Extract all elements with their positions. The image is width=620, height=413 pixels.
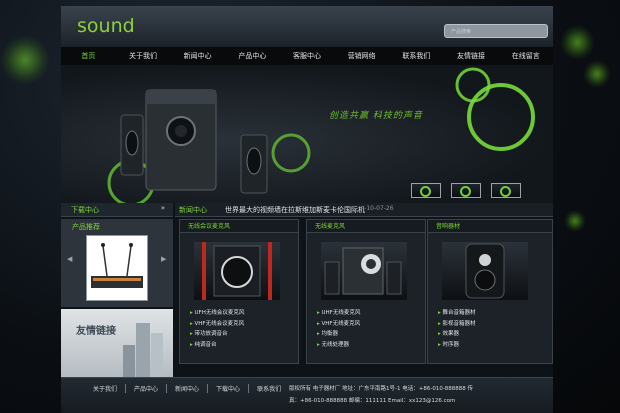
list-item[interactable]: 时序器 bbox=[438, 340, 476, 351]
news-title[interactable]: 新闻中心 bbox=[179, 205, 207, 215]
list-item[interactable]: VHF无线麦克风 bbox=[317, 319, 361, 330]
nav-item-service[interactable]: 客服中心 bbox=[280, 47, 335, 65]
bokeh-light bbox=[564, 210, 586, 232]
next-arrow-icon[interactable]: ▶ bbox=[161, 255, 166, 263]
category-panel: 无线会议麦克风 UFH无线会议麦克风 VHF无线会议麦克风 带功放调音台 纯调音… bbox=[179, 219, 299, 364]
nav-item-message[interactable]: 在线留言 bbox=[498, 47, 553, 65]
list-item[interactable]: 影视音箱器材 bbox=[438, 319, 476, 330]
bokeh-light bbox=[0, 35, 50, 85]
main-nav: 首页 关于我们 新闻中心 产品中心 客服中心 营销网络 联系我们 友情链接 在线… bbox=[61, 47, 553, 65]
footer-link-download[interactable]: 下载中心 bbox=[208, 384, 250, 393]
speaker-image bbox=[465, 243, 505, 299]
nav-item-links[interactable]: 友情链接 bbox=[444, 47, 499, 65]
more-icon[interactable]: » bbox=[161, 204, 165, 212]
speaker-image bbox=[202, 242, 272, 300]
search-input[interactable]: 产品搜索 bbox=[444, 24, 548, 38]
list-item[interactable]: UFH无线会议麦克风 bbox=[190, 308, 245, 319]
footer-link-contact[interactable]: 联系我们 bbox=[249, 384, 289, 393]
nav-item-about[interactable]: 关于我们 bbox=[116, 47, 171, 65]
product-image[interactable] bbox=[194, 242, 280, 300]
list-item[interactable]: 无线处理器 bbox=[317, 340, 360, 351]
footer-link-news[interactable]: 新闻中心 bbox=[167, 384, 209, 393]
nav-item-home[interactable]: 首页 bbox=[61, 47, 116, 65]
footer-link-products[interactable]: 产品中心 bbox=[126, 384, 168, 393]
list-item[interactable]: 带功放调音台 bbox=[190, 329, 244, 340]
news-headline[interactable]: 世界最大的视频墙在拉斯维加斯麦卡伦国际机 bbox=[225, 205, 365, 215]
footer-link-about[interactable]: 关于我们 bbox=[85, 384, 127, 393]
nav-item-news[interactable]: 新闻中心 bbox=[170, 47, 225, 65]
bokeh-light bbox=[560, 25, 595, 60]
list-item[interactable]: 纯调音台 bbox=[190, 340, 244, 351]
friend-links-banner[interactable]: 友情链接 bbox=[61, 309, 173, 381]
header: sound 产品搜索 bbox=[61, 6, 553, 47]
slide-thumb-1[interactable] bbox=[411, 183, 441, 198]
site-logo[interactable]: sound bbox=[77, 15, 135, 37]
list-item[interactable]: UHF无线麦克风 bbox=[317, 308, 361, 319]
product-image[interactable] bbox=[321, 242, 407, 300]
thumb-ring-icon bbox=[500, 186, 511, 197]
category-panel: 音响器材 舞台音箱器材 影视音箱器材 效果器 时序器 bbox=[427, 219, 553, 364]
buildings-image bbox=[123, 323, 163, 381]
hero-banner: 创造共赢 科技的声音 bbox=[61, 65, 553, 203]
banner-slogan: 创造共赢 科技的声音 bbox=[329, 111, 423, 121]
microphone-system-image bbox=[91, 243, 143, 288]
footer-copyright: 版权所有 电子器材厂 地址：广东平南路1号-1 电话：+86-010-88888… bbox=[289, 386, 474, 392]
list-item[interactable]: 效果器 bbox=[438, 329, 476, 340]
speaker-set-image bbox=[324, 247, 402, 295]
download-center-title: 下载中心 bbox=[71, 206, 99, 214]
category-title[interactable]: 音响器材 bbox=[428, 220, 552, 233]
prev-arrow-icon[interactable]: ◀ bbox=[67, 255, 72, 263]
page-container: sound 产品搜索 首页 关于我们 新闻中心 产品中心 客服中心 营销网络 联… bbox=[61, 6, 553, 413]
thumb-ring-icon bbox=[420, 186, 431, 197]
category-panel: 无线麦克风 UHF无线麦克风 VHF无线麦克风 均衡器 无线处理器 bbox=[306, 219, 426, 364]
footer-contact-info: 真：+86-010-888888 邮编：111111 Email：xx123@1… bbox=[289, 398, 456, 404]
news-ticker: 新闻中心 世界最大的视频墙在拉斯维加斯麦卡伦国际机 --10-07-26 bbox=[175, 203, 553, 217]
category-title[interactable]: 无线会议麦克风 bbox=[180, 220, 298, 233]
bokeh-light bbox=[583, 60, 611, 88]
product-recommend: 产品推荐 ◀ ▶ bbox=[61, 219, 173, 307]
nav-item-products[interactable]: 产品中心 bbox=[225, 47, 280, 65]
list-item[interactable]: 舞台音箱器材 bbox=[438, 308, 476, 319]
slide-thumb-3[interactable] bbox=[491, 183, 521, 198]
list-item[interactable]: 均衡器 bbox=[317, 329, 360, 340]
nav-item-contact[interactable]: 联系我们 bbox=[389, 47, 444, 65]
footer: 关于我们 产品中心 新闻中心 下载中心 联系我们 版权所有 电子器材厂 地址：广… bbox=[61, 377, 553, 413]
product-image[interactable] bbox=[86, 235, 148, 301]
product-image[interactable] bbox=[442, 242, 528, 300]
footer-links: 关于我们 产品中心 新闻中心 下载中心 联系我们 bbox=[85, 384, 289, 393]
category-title[interactable]: 无线麦克风 bbox=[307, 220, 425, 233]
news-date: --10-07-26 bbox=[362, 205, 394, 212]
thumb-ring-icon bbox=[460, 186, 471, 197]
product-recommend-title: 产品推荐 bbox=[72, 223, 100, 231]
slide-thumb-2[interactable] bbox=[451, 183, 481, 198]
list-item[interactable]: VHF无线会议麦克风 bbox=[190, 319, 245, 330]
nav-item-network[interactable]: 营销网络 bbox=[334, 47, 389, 65]
download-center-header[interactable]: 下载中心 » bbox=[61, 203, 173, 217]
